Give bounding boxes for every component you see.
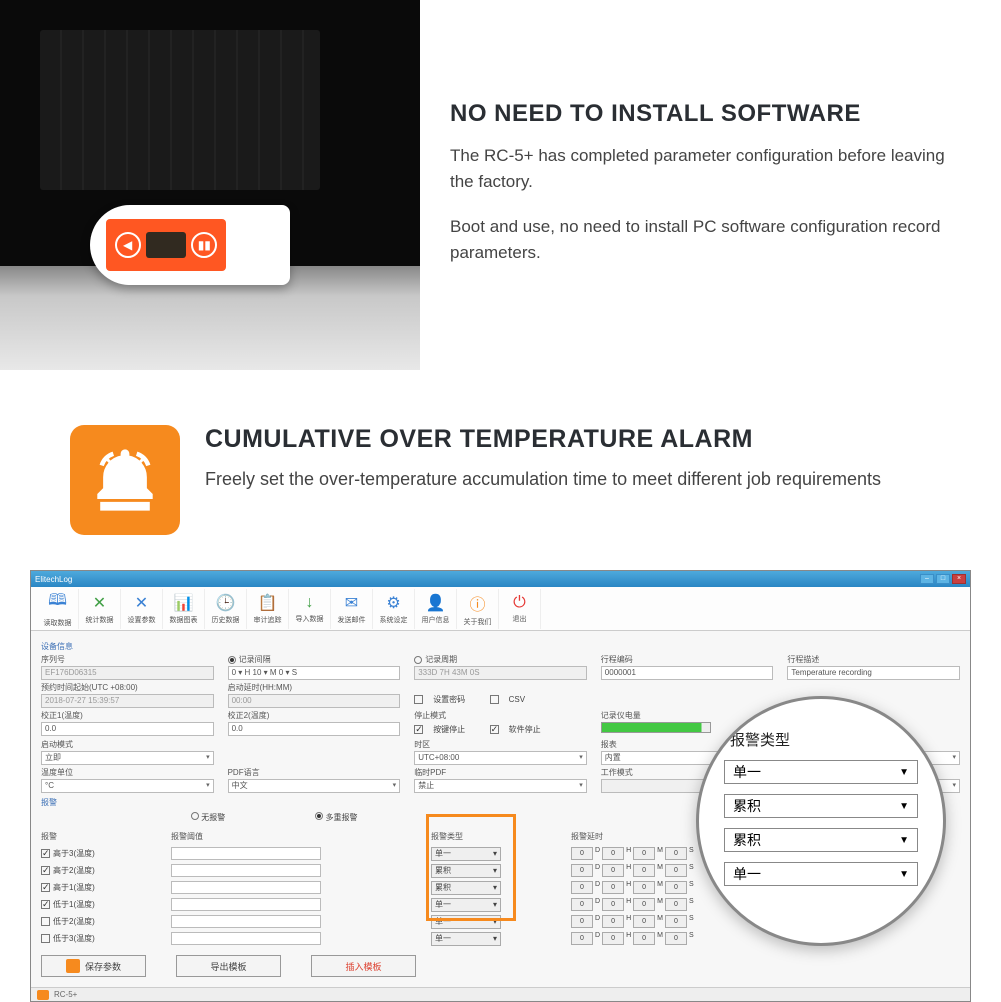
mid-section: CUMULATIVE OVER TEMPERATURE ALARM Freely… [0, 370, 1001, 570]
trip-desc-input[interactable]: Temperature recording [787, 666, 960, 680]
alarm-threshold-input[interactable] [171, 847, 321, 860]
alarm-type-select[interactable]: 累积▾ [431, 864, 501, 878]
timezone-select[interactable]: UTC+08:00▾ [414, 751, 587, 765]
titlebar: ElitechLog – □ × [31, 571, 970, 587]
tb-read[interactable]: 🕮读取数据 [37, 589, 79, 629]
tb-settings[interactable]: ✕设置参数 [121, 589, 163, 629]
window-close[interactable]: × [952, 574, 966, 584]
mag-option-3[interactable]: 累积▼ [724, 828, 918, 852]
alarm-threshold-input[interactable] [171, 915, 321, 928]
mag-option-2[interactable]: 累积▼ [724, 794, 918, 818]
laptop-photo: ◀ ▮▮ [0, 0, 420, 370]
alarm-checkbox[interactable]: 低于2(温度) [41, 916, 171, 927]
alarm-threshold-input[interactable] [171, 898, 321, 911]
section-device-info: 设备信息 [41, 641, 960, 652]
save-button[interactable]: 保存参数 [41, 955, 146, 977]
alarm-checkbox[interactable]: 高于2(温度) [41, 865, 171, 876]
magnifier-lens: 报警类型 单一▼ 累积▼ 累积▼ 单一▼ [696, 696, 946, 946]
alarm-type-select[interactable]: 单一▾ [431, 932, 501, 946]
import-template-button[interactable]: 插入模板 [311, 955, 416, 977]
alarm-type-select[interactable]: 单一▾ [431, 915, 501, 929]
mag-option-4[interactable]: 单一▼ [724, 862, 918, 886]
pdflang-select[interactable]: 中文▾ [228, 779, 401, 793]
alarm-threshold-input[interactable] [171, 881, 321, 894]
start-mode-select[interactable]: 立即▾ [41, 751, 214, 765]
tb-chart[interactable]: 📊数据图表 [163, 589, 205, 629]
tb-stats[interactable]: ✕统计数据 [79, 589, 121, 629]
statusbar: RC-5+ [31, 987, 970, 1001]
alarm-delay[interactable]: 0D 0H 0M 0S [571, 932, 771, 945]
top-para2: Boot and use, no need to install PC soft… [450, 214, 961, 267]
window-minimize[interactable]: – [920, 574, 934, 584]
serial-input: EF176D06315 [41, 666, 214, 680]
alarm-type-select[interactable]: 累积▾ [431, 881, 501, 895]
cal1-input[interactable]: 0.0 [41, 722, 214, 736]
tb-mail[interactable]: ✉发送邮件 [331, 589, 373, 629]
alarm-icon [70, 425, 180, 535]
top-para1: The RC-5+ has completed parameter config… [450, 143, 961, 196]
mag-option-1[interactable]: 单一▼ [724, 760, 918, 784]
tb-import[interactable]: ↓导入数据 [289, 589, 331, 629]
alarm-checkbox[interactable]: 低于3(温度) [41, 933, 171, 944]
window-title: ElitechLog [35, 575, 72, 584]
alarm-type-select[interactable]: 单一▾ [431, 847, 501, 861]
delay-input: 00:00 [228, 694, 401, 708]
alarm-type-select[interactable]: 单一▾ [431, 898, 501, 912]
mid-heading: CUMULATIVE OVER TEMPERATURE ALARM [205, 425, 881, 454]
mid-para: Freely set the over-temperature accumula… [205, 466, 881, 493]
tb-audit[interactable]: 📋审计追踪 [247, 589, 289, 629]
tb-system[interactable]: ⚙系统设定 [373, 589, 415, 629]
temppdf-select[interactable]: 禁止▾ [414, 779, 587, 793]
tb-about[interactable]: ⓘ关于我们 [457, 589, 499, 629]
alarm-threshold-input[interactable] [171, 864, 321, 877]
battery-bar [601, 722, 711, 733]
top-text-block: NO NEED TO INSTALL SOFTWARE The RC-5+ ha… [420, 0, 1001, 370]
tempunit-select[interactable]: °C▾ [41, 779, 214, 793]
period-display: 333D 7H 43M 0S [414, 666, 587, 680]
alarm-checkbox[interactable]: 高于1(温度) [41, 882, 171, 893]
schedule-input: 2018-07-27 15:39:57 [41, 694, 214, 708]
mag-title: 报警类型 [730, 729, 918, 750]
top-heading: NO NEED TO INSTALL SOFTWARE [450, 100, 961, 128]
tb-history[interactable]: 🕒历史数据 [205, 589, 247, 629]
alarm-checkbox[interactable]: 低于1(温度) [41, 899, 171, 910]
top-hero: ◀ ▮▮ NO NEED TO INSTALL SOFTWARE The RC-… [0, 0, 1001, 370]
cal2-input[interactable]: 0.0 [228, 722, 401, 736]
tb-exit[interactable]: ⏻退出 [499, 589, 541, 629]
tb-user[interactable]: 👤用户信息 [415, 589, 457, 629]
alarm-checkbox[interactable]: 高于3(温度) [41, 848, 171, 859]
toolbar: 🕮读取数据 ✕统计数据 ✕设置参数 📊数据图表 🕒历史数据 📋审计追踪 ↓导入数… [31, 587, 970, 631]
usb-data-logger: ◀ ▮▮ [90, 205, 290, 285]
interval-input[interactable]: 0 ▾ H 10 ▾ M 0 ▾ S [228, 666, 401, 680]
window-maximize[interactable]: □ [936, 574, 950, 584]
alarm-threshold-input[interactable] [171, 932, 321, 945]
export-template-button[interactable]: 导出模板 [176, 955, 281, 977]
trip-code-input[interactable]: 0000001 [601, 666, 774, 680]
